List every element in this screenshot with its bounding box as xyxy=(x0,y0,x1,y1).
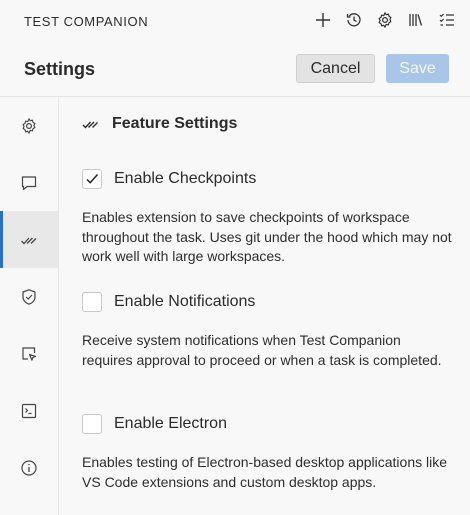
save-button[interactable]: Save xyxy=(386,54,449,83)
section-title: Feature Settings xyxy=(112,115,238,132)
sidebar-item-terminal[interactable] xyxy=(0,382,58,439)
notifications-toggle[interactable]: Enable Notifications xyxy=(82,292,452,312)
checkmarks-icon xyxy=(82,121,98,129)
setting-checkpoints: Enable Checkpoints Enables extension to … xyxy=(82,169,452,267)
top-bar: TEST COMPANION xyxy=(0,0,470,42)
section-header: Feature Settings xyxy=(82,115,237,133)
gear-icon xyxy=(22,117,36,134)
electron-toggle[interactable]: Enable Electron xyxy=(82,414,452,434)
checkpoints-description: Enables extension to save checkpoints of… xyxy=(82,209,452,264)
sidebar-item-about[interactable] xyxy=(0,439,58,496)
sidebar-item-chat[interactable] xyxy=(0,154,58,211)
electron-label: Enable Electron xyxy=(114,415,227,432)
setting-notifications: Enable Notifications Receive system noti… xyxy=(82,292,452,370)
terminal-icon xyxy=(21,403,37,418)
sidebar-item-general[interactable] xyxy=(0,97,58,154)
settings-content: Feature Settings Enable Checkpoints Enab… xyxy=(58,97,470,515)
gear-icon[interactable] xyxy=(374,9,396,31)
sidebar-item-security[interactable] xyxy=(0,268,58,325)
checkpoints-checkbox[interactable] xyxy=(82,169,102,189)
history-icon[interactable] xyxy=(343,9,365,31)
notifications-label: Enable Notifications xyxy=(114,293,256,310)
cancel-button[interactable]: Cancel xyxy=(296,54,375,83)
pointer-icon xyxy=(22,346,37,361)
sidebar-item-browser[interactable] xyxy=(0,325,58,382)
info-icon xyxy=(21,459,37,476)
notifications-checkbox[interactable] xyxy=(82,292,102,312)
settings-sidebar xyxy=(0,97,59,515)
library-icon[interactable] xyxy=(405,9,427,31)
settings-header: Settings Cancel Save xyxy=(0,42,470,97)
setting-electron: Enable Electron Enables testing of Elect… xyxy=(82,414,452,492)
sidebar-item-features[interactable] xyxy=(0,211,58,268)
check-icon xyxy=(86,174,99,184)
app-title: TEST COMPANION xyxy=(24,14,149,29)
plus-icon[interactable] xyxy=(312,9,334,31)
electron-description: Enables testing of Electron-based deskto… xyxy=(82,454,447,490)
checkpoints-toggle[interactable]: Enable Checkpoints xyxy=(82,169,452,189)
page-title: Settings xyxy=(24,59,96,79)
checklist-icon[interactable] xyxy=(436,9,458,31)
toolbar-icons xyxy=(312,9,458,31)
notifications-description: Receive system notifications when Test C… xyxy=(82,332,442,368)
electron-checkbox[interactable] xyxy=(82,414,102,434)
shield-icon xyxy=(22,288,36,305)
chat-icon xyxy=(21,175,37,190)
checkpoints-label: Enable Checkpoints xyxy=(114,170,257,187)
checkmarks-icon xyxy=(21,237,37,244)
